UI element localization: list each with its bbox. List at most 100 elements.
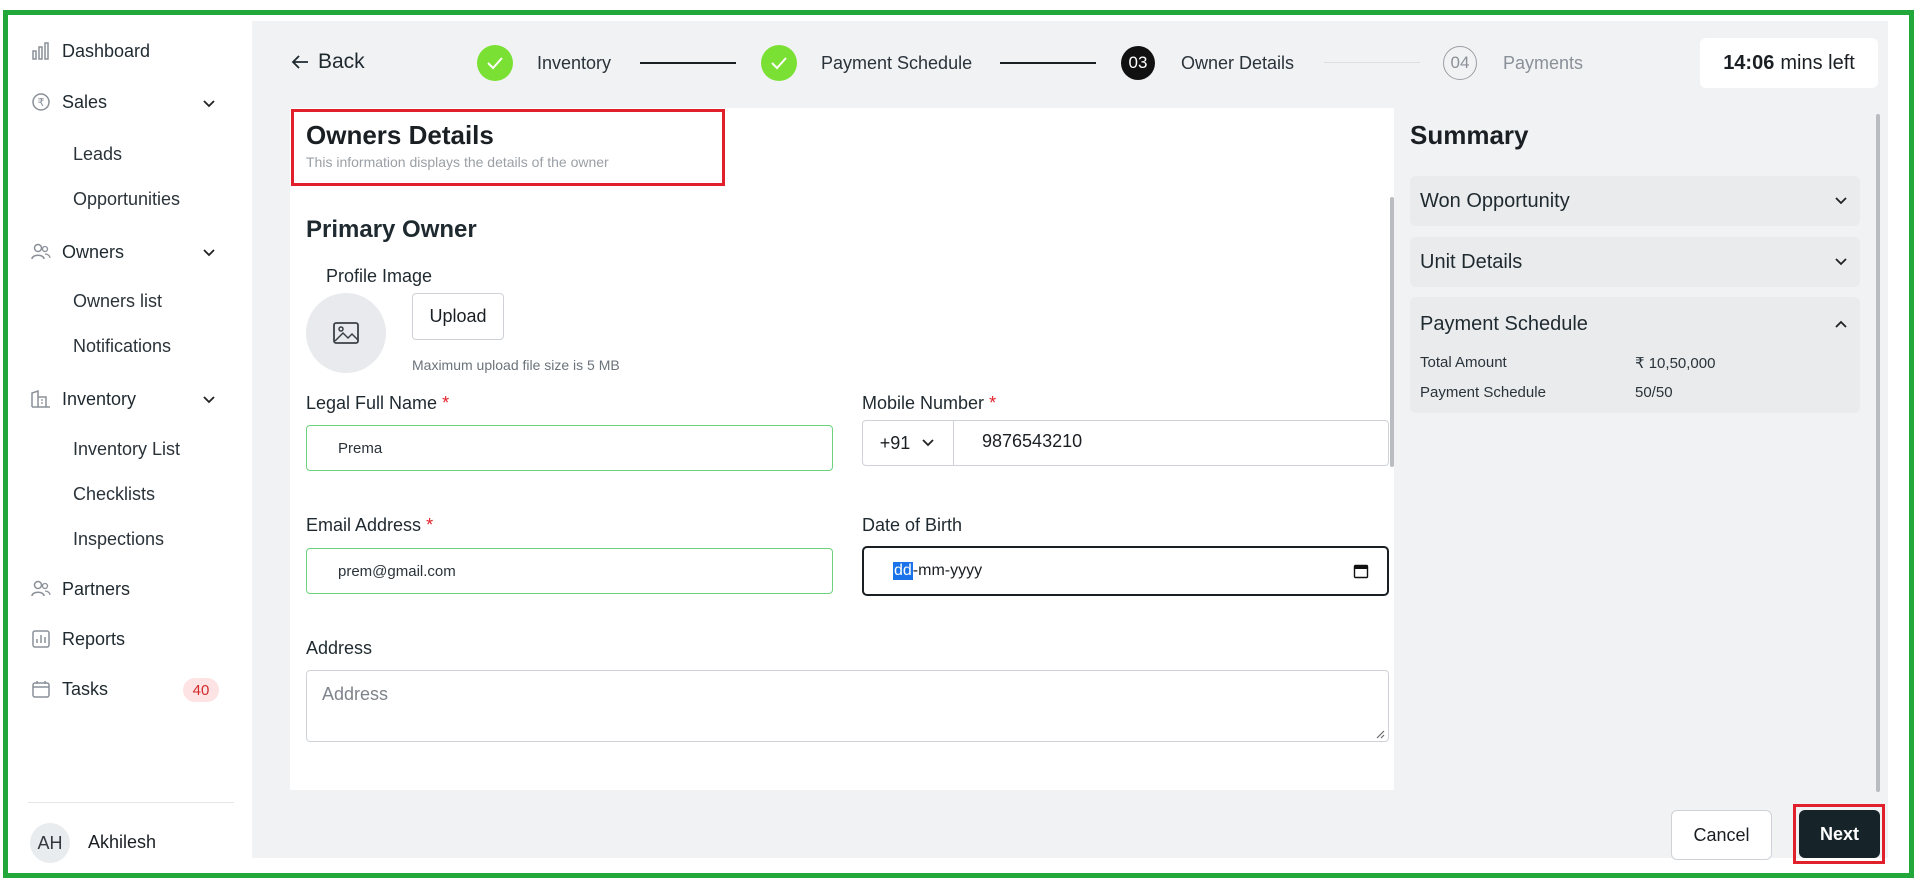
users-icon xyxy=(30,241,52,263)
step-connector xyxy=(640,62,736,64)
sidebar-item-leads[interactable]: Leads xyxy=(73,144,122,165)
upload-hint: Maximum upload file size is 5 MB xyxy=(412,357,620,373)
accordion-label: Unit Details xyxy=(1420,251,1523,273)
step-connector xyxy=(1324,62,1420,63)
avatar[interactable]: AH xyxy=(30,823,70,863)
legal-name-field[interactable]: Prema xyxy=(306,425,833,471)
sidebar-item-label: Tasks xyxy=(62,678,109,699)
dob-label: Date of Birth xyxy=(862,515,963,535)
sidebar-item-inventory[interactable]: Inventory xyxy=(30,388,136,410)
mobile-value: 9876543210 xyxy=(982,431,1083,451)
country-code-select[interactable]: +91 xyxy=(863,421,954,465)
sidebar-item-label: Partners xyxy=(62,578,131,599)
required-asterisk: * xyxy=(426,515,434,535)
check-icon xyxy=(771,57,787,70)
page-subtitle: This information displays the details of… xyxy=(306,154,609,170)
step-4-label[interactable]: Payments xyxy=(1503,53,1583,74)
sidebar-item-owners[interactable]: Owners xyxy=(30,241,124,263)
chevron-down-icon[interactable] xyxy=(200,95,218,113)
sidebar-item-partners[interactable]: Partners xyxy=(30,578,130,600)
sidebar-item-label: Reports xyxy=(62,628,126,649)
profile-image-label: Profile Image xyxy=(326,266,433,286)
sidebar-item-label: Inventory xyxy=(62,388,137,409)
sidebar-item-tasks[interactable]: Tasks xyxy=(30,678,108,700)
summary-scrollbar[interactable] xyxy=(1876,114,1880,792)
email-value: prem@gmail.com xyxy=(338,562,456,580)
accordion-won-opportunity[interactable]: Won Opportunity xyxy=(1410,176,1860,226)
address-label: Address xyxy=(306,638,373,658)
legal-name-label-text: Legal Full Name xyxy=(306,393,438,413)
calendar-icon xyxy=(30,678,52,700)
sidebar-item-opportunities[interactable]: Opportunities xyxy=(73,189,180,210)
payment-schedule-label: Payment Schedule xyxy=(1420,384,1546,401)
sidebar-item-inventory-list[interactable]: Inventory List xyxy=(73,439,180,460)
sidebar-item-sales[interactable]: ₹ Sales xyxy=(30,91,107,113)
chevron-down-icon[interactable] xyxy=(200,244,218,262)
timer-value: 14:06 xyxy=(1723,51,1775,74)
arrow-left-icon xyxy=(291,55,308,69)
sidebar-item-label: Dashboard xyxy=(62,40,151,61)
sidebar-item-notifications[interactable]: Notifications xyxy=(73,336,171,357)
accordion-label: Won Opportunity xyxy=(1420,190,1570,212)
svg-text:₹: ₹ xyxy=(38,96,45,109)
dob-rest-segment: -mm-yyyy xyxy=(912,562,983,579)
sidebar-divider xyxy=(28,802,234,803)
image-icon xyxy=(333,322,359,344)
required-asterisk: * xyxy=(989,393,997,413)
page-title: Owners Details xyxy=(306,120,494,150)
step-4-number: 04 xyxy=(1443,46,1477,80)
dob-field[interactable]: dd -mm-yyyy xyxy=(862,546,1389,596)
sidebar-item-label: Sales xyxy=(62,91,108,112)
step-2-check xyxy=(761,45,797,81)
upload-button[interactable]: Upload xyxy=(412,293,504,340)
chevron-down-icon xyxy=(1835,258,1847,266)
step-3-number: 03 xyxy=(1121,46,1155,80)
chevron-up-icon xyxy=(1835,320,1847,328)
sidebar-item-label: Owners xyxy=(62,241,125,262)
back-button[interactable]: Back xyxy=(290,50,365,74)
email-field[interactable]: prem@gmail.com xyxy=(306,548,833,594)
chevron-down-icon[interactable] xyxy=(200,391,218,409)
next-button[interactable]: Next xyxy=(1799,810,1880,858)
address-placeholder: Address xyxy=(322,684,389,704)
chevron-down-icon xyxy=(922,439,934,447)
step-2-label[interactable]: Payment Schedule xyxy=(821,53,972,74)
email-label: Email Address * xyxy=(306,515,433,536)
bar-chart-icon xyxy=(30,40,52,62)
accordion-payment-schedule[interactable]: Payment Schedule Total Amount ₹ 10,50,00… xyxy=(1410,297,1860,413)
total-amount-value: ₹ 10,50,000 xyxy=(1635,355,1716,372)
accordion-label: Payment Schedule xyxy=(1420,313,1588,335)
resize-handle-icon[interactable] xyxy=(1374,728,1385,739)
report-icon xyxy=(30,628,52,650)
profile-image-placeholder xyxy=(306,293,386,373)
summary-title: Summary xyxy=(1410,120,1529,150)
country-code-value: +91 xyxy=(879,432,911,453)
calendar-icon[interactable] xyxy=(1353,563,1369,579)
step-3-label[interactable]: Owner Details xyxy=(1181,53,1294,74)
building-icon xyxy=(30,388,52,410)
mobile-label: Mobile Number * xyxy=(862,393,996,414)
tasks-count-badge: 40 xyxy=(183,678,219,702)
users-icon xyxy=(30,578,52,600)
sidebar-item-inspections[interactable]: Inspections xyxy=(73,529,164,550)
user-name[interactable]: Akhilesh xyxy=(88,832,156,853)
step-1-label[interactable]: Inventory xyxy=(537,53,611,74)
legal-name-label: Legal Full Name * xyxy=(306,393,449,414)
sidebar-item-owners-list[interactable]: Owners list xyxy=(73,291,162,312)
dob-day-segment: dd xyxy=(893,562,913,580)
rupee-icon: ₹ xyxy=(30,91,52,113)
sidebar-item-dashboard[interactable]: Dashboard xyxy=(30,40,150,62)
sidebar-item-reports[interactable]: Reports xyxy=(30,628,125,650)
payment-schedule-value: 50/50 xyxy=(1635,384,1673,401)
sidebar-item-checklists[interactable]: Checklists xyxy=(73,484,155,505)
accordion-unit-details[interactable]: Unit Details xyxy=(1410,237,1860,287)
chevron-down-icon xyxy=(1835,197,1847,205)
cancel-button[interactable]: Cancel xyxy=(1671,810,1772,860)
timer-suffix: mins left xyxy=(1780,51,1855,74)
timer: 14:06 mins left xyxy=(1700,38,1878,88)
email-label-text: Email Address xyxy=(306,515,422,535)
address-field[interactable] xyxy=(306,670,1389,742)
step-connector xyxy=(1000,62,1096,64)
form-scrollbar[interactable] xyxy=(1390,197,1394,467)
back-label: Back xyxy=(318,50,365,73)
